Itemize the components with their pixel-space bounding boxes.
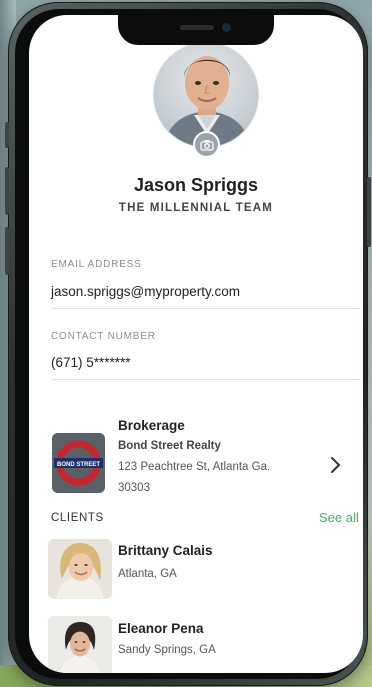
contact-value[interactable]: (671) 5******* [51,355,131,370]
profile-name: Jason Spriggs [133,175,259,195]
chevron-right-icon[interactable] [329,455,343,475]
volume-down-button [5,227,9,275]
camera-icon [199,139,214,151]
contact-label: CONTACT NUMBER [51,331,156,342]
front-camera [222,23,231,32]
see-all-clients-link[interactable]: See all [319,510,359,525]
volume-up-button [5,167,9,215]
client-photo-brittany [48,539,112,599]
client-name[interactable]: Eleanor Pena [118,621,204,636]
brokerage-address-line2: 30303 [118,482,150,494]
change-photo-button[interactable] [193,131,220,158]
client-avatar[interactable] [48,616,112,673]
power-button [367,177,371,247]
brokerage-heading: Brokerage [118,418,185,433]
client-photo-eleanor [48,616,112,673]
mute-switch [5,122,9,148]
clients-heading: CLIENTS [51,512,104,524]
app-screen: Jason Spriggs THE MILLENNIAL TEAM EMAIL … [29,15,363,673]
speaker-grille [180,25,214,30]
brokerage-address-line1: 123 Peachtree St, Atlanta Ga. [118,461,271,473]
bond-street-roundel-icon: BOND STREET [52,433,105,493]
brokerage-name[interactable]: Bond Street Realty [118,440,221,452]
email-value[interactable]: jason.spriggs@myproperty.com [51,284,240,299]
phone-frame: Jason Spriggs THE MILLENNIAL TEAM EMAIL … [5,2,371,686]
contact-divider [51,379,360,380]
client-location: Atlanta, GA [118,568,177,580]
brokerage-logo-text: BOND STREET [57,462,100,468]
brokerage-logo: BOND STREET [52,433,105,493]
team-name: THE MILLENNIAL TEAM [118,202,274,214]
client-avatar[interactable] [48,539,112,599]
client-location: Sandy Springs, GA [118,644,216,656]
email-label: EMAIL ADDRESS [51,259,142,270]
client-name[interactable]: Brittany Calais [118,543,213,558]
email-divider [51,308,360,309]
phone-notch [118,15,274,45]
